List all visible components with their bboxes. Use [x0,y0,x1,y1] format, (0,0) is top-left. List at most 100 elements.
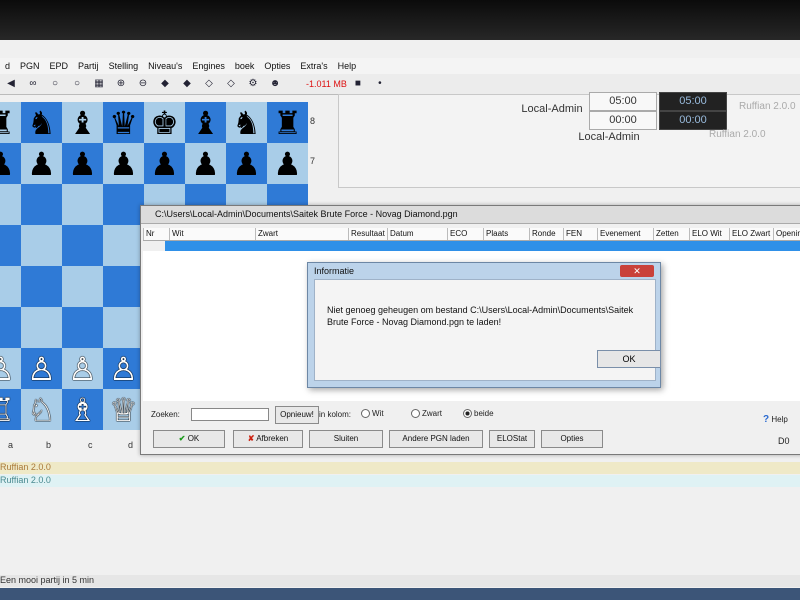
board-square[interactable]: ♜ [0,102,21,143]
black-piece-icon[interactable]: ♜ [273,107,302,139]
white-piece-icon[interactable]: ♙ [27,353,56,385]
board-square[interactable] [0,184,21,225]
move-back-icon[interactable]: ◀ [3,77,19,91]
arrow-left-icon[interactable]: ◆ [157,77,173,91]
menu-item-opties[interactable]: Opties [259,61,295,71]
black-piece-icon[interactable]: ♞ [27,107,56,139]
diamond-icon[interactable]: ◇ [223,77,239,91]
black-piece-icon[interactable]: ♛ [109,107,138,139]
board-square[interactable]: ♟ [21,143,62,184]
menu-item-niveaus[interactable]: Niveau's [143,61,187,71]
board-square[interactable]: ♟ [185,143,226,184]
circle-icon[interactable]: ○ [69,77,85,91]
column-ronde[interactable]: Ronde [529,228,556,240]
board-square[interactable] [21,225,62,266]
column-zwart[interactable]: Zwart [255,228,278,240]
menu-item-extras[interactable]: Extra's [295,61,332,71]
white-piece-icon[interactable]: ♗ [68,394,97,426]
board-square[interactable] [103,307,144,348]
board-square[interactable]: ♟ [0,143,21,184]
black-piece-icon[interactable]: ♝ [191,107,220,139]
board-square[interactable]: ♙ [103,348,144,389]
white-piece-icon[interactable]: ♙ [68,353,97,385]
black-piece-icon[interactable]: ♝ [68,107,97,139]
column-nr[interactable]: Nr [143,228,154,240]
engine-icon[interactable]: ⚙ [245,77,261,91]
white-piece-icon[interactable]: ♘ [27,394,56,426]
load-other-pgn-button[interactable]: Andere PGN laden [389,430,483,448]
black-piece-icon[interactable]: ♞ [232,107,261,139]
board-square[interactable]: ♝ [185,102,226,143]
board-square[interactable] [21,307,62,348]
board-square[interactable] [62,307,103,348]
close-icon[interactable]: ✕ [620,265,654,277]
board-square[interactable] [21,184,62,225]
radio-both[interactable]: beide [463,409,494,419]
white-piece-icon[interactable]: ♙ [0,353,15,385]
board-square[interactable] [0,307,21,348]
white-piece-icon[interactable]: ♕ [109,394,138,426]
board-square[interactable] [62,266,103,307]
board-square[interactable]: ♟ [226,143,267,184]
search-input[interactable] [191,408,269,421]
column-zetten[interactable]: Zetten [653,228,679,240]
selected-row[interactable] [165,241,800,251]
board-square[interactable]: ♚ [144,102,185,143]
dot-icon[interactable]: • [372,77,388,91]
column-datum[interactable]: Datum [387,228,414,240]
board-square[interactable] [103,184,144,225]
board-square[interactable]: ♙ [62,348,103,389]
menu-item[interactable]: d [0,61,15,71]
column-elo-wit[interactable]: ELO Wit [689,228,722,240]
board-square[interactable]: ♛ [103,102,144,143]
search-again-button[interactable]: Opnieuw! [275,406,319,424]
white-piece-icon[interactable]: ♙ [109,353,138,385]
diamond-icon[interactable]: ◇ [201,77,217,91]
black-piece-icon[interactable]: ♟ [27,148,56,180]
board-square[interactable] [0,225,21,266]
black-piece-icon[interactable]: ♚ [150,107,179,139]
arrow-right-icon[interactable]: ◆ [179,77,195,91]
black-piece-icon[interactable]: ♟ [109,148,138,180]
menu-item-help[interactable]: Help [333,61,362,71]
black-piece-icon[interactable]: ♜ [0,107,15,139]
board-square[interactable] [103,225,144,266]
board-square[interactable]: ♖ [0,389,21,430]
menu-item-stelling[interactable]: Stelling [104,61,144,71]
board-square[interactable] [21,266,62,307]
black-piece-icon[interactable]: ♟ [68,148,97,180]
board-square[interactable]: ♟ [103,143,144,184]
board-square[interactable]: ♕ [103,389,144,430]
white-piece-icon[interactable]: ♖ [0,394,15,426]
column-evenement[interactable]: Evenement [597,228,640,240]
infinity-icon[interactable]: ∞ [25,77,41,91]
zoom-out-icon[interactable]: ⊖ [135,77,151,91]
board-square[interactable]: ♙ [21,348,62,389]
menu-item-epd[interactable]: EPD [45,61,74,71]
board-square[interactable]: ♗ [62,389,103,430]
board-square[interactable]: ♟ [62,143,103,184]
ok-button[interactable]: ✔ OK [153,430,225,448]
column-elo-zwart[interactable]: ELO Zwart [729,228,770,240]
portrait-icon[interactable]: ☻ [267,77,283,91]
board-square[interactable]: ♟ [144,143,185,184]
elostat-button[interactable]: ELOStat [489,430,535,448]
column-fen[interactable]: FEN [563,228,582,240]
close-button[interactable]: Sluiten [309,430,383,448]
board-square[interactable]: ♞ [226,102,267,143]
column-eco[interactable]: ECO [447,228,467,240]
board-square[interactable] [62,225,103,266]
cancel-button[interactable]: ✘ Afbreken [233,430,303,448]
menu-item-pgn[interactable]: PGN [15,61,45,71]
menu-item-boek[interactable]: boek [230,61,260,71]
board-square[interactable]: ♟ [267,143,308,184]
options-button[interactable]: Opties [541,430,603,448]
stop-icon[interactable]: ■ [350,77,366,91]
column-plaats[interactable]: Plaats [483,228,508,240]
board-icon[interactable]: ▦ [91,77,107,91]
circle-icon[interactable]: ○ [47,77,63,91]
radio-black[interactable]: Zwart [411,409,442,419]
board-square[interactable] [0,266,21,307]
board-square[interactable]: ♝ [62,102,103,143]
menu-item-partij[interactable]: Partij [73,61,104,71]
